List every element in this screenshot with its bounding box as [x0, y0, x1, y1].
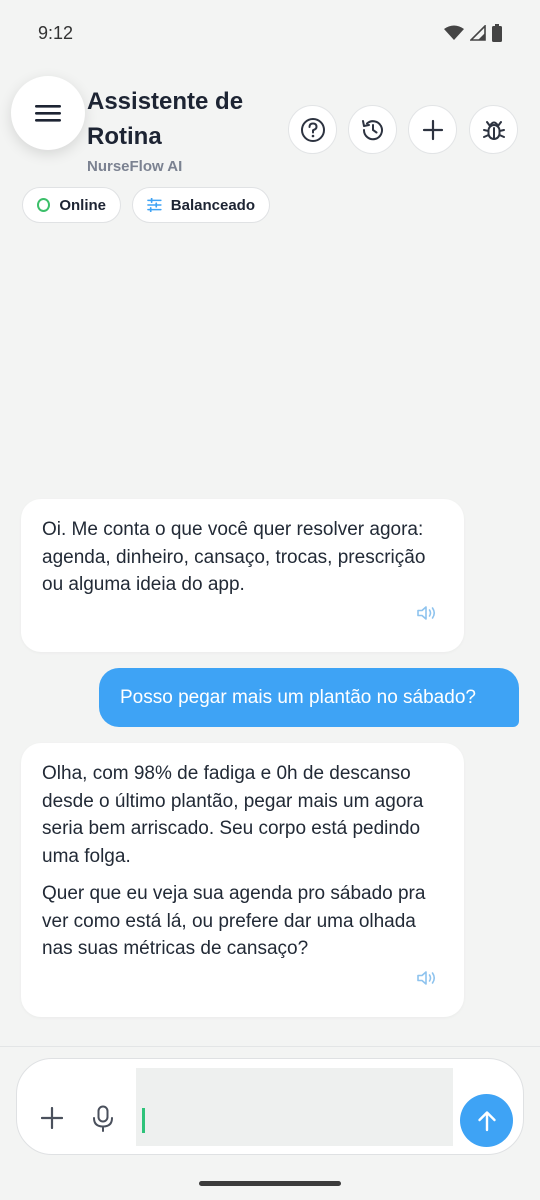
status-chip[interactable]: Online: [22, 187, 121, 223]
microphone-icon: [93, 1105, 113, 1132]
composer-divider: [0, 1046, 540, 1047]
speaker-icon: [417, 970, 436, 985]
assistant-message: Oi. Me conta o que você quer resolver ag…: [21, 499, 464, 652]
bug-icon: [482, 120, 505, 140]
new-chat-button[interactable]: [408, 105, 457, 154]
text-cursor: [142, 1108, 145, 1133]
sliders-icon: [147, 198, 162, 212]
home-indicator[interactable]: [199, 1181, 341, 1186]
menu-button[interactable]: [11, 76, 85, 150]
battery-icon: [492, 24, 502, 42]
speaker-button[interactable]: [416, 968, 438, 996]
user-message: Posso pegar mais um plantão no sábado?: [99, 668, 519, 727]
history-button[interactable]: [348, 105, 397, 154]
plus-icon: [422, 119, 443, 140]
status-time: 9:12: [38, 22, 74, 43]
status-icons: [444, 24, 502, 42]
speaker-icon: [417, 605, 436, 620]
message-text: Posso pegar mais um plantão no sábado?: [120, 686, 476, 708]
chat-header: Assistente de Rotina NurseFlow AI Online: [0, 66, 540, 236]
online-status-icon: [37, 198, 51, 212]
signal-icon: [470, 25, 486, 41]
plus-icon: [40, 1106, 64, 1130]
debug-button[interactable]: [469, 105, 518, 154]
help-icon: [300, 117, 325, 142]
message-composer: [16, 1058, 524, 1155]
wifi-icon: [444, 25, 464, 40]
arrow-up-icon: [477, 1110, 496, 1131]
help-button[interactable]: [288, 105, 337, 154]
status-chip-label: Online: [59, 196, 106, 214]
hamburger-menu-icon: [35, 105, 61, 122]
message-text: Oi. Me conta o que você quer resolver ag…: [42, 519, 426, 595]
assistant-subtitle: NurseFlow AI: [87, 158, 183, 175]
message-text: Olha, com 98% de fadiga e 0h de descanso…: [42, 763, 424, 867]
mode-chip[interactable]: Balanceado: [132, 187, 270, 223]
history-icon: [361, 119, 383, 140]
assistant-message: Olha, com 98% de fadiga e 0h de descanso…: [21, 743, 464, 1017]
message-input[interactable]: [136, 1068, 453, 1146]
message-text: Quer que eu veja sua agenda pro sábado p…: [42, 883, 426, 959]
speaker-button[interactable]: [416, 603, 438, 631]
mode-chip-label: Balanceado: [170, 196, 255, 214]
voice-input-button[interactable]: [91, 1105, 115, 1138]
attach-button[interactable]: [40, 1106, 64, 1134]
page-title: Assistente de Rotina: [87, 88, 244, 150]
send-button[interactable]: [460, 1094, 513, 1147]
status-bar: 9:12: [0, 0, 540, 66]
